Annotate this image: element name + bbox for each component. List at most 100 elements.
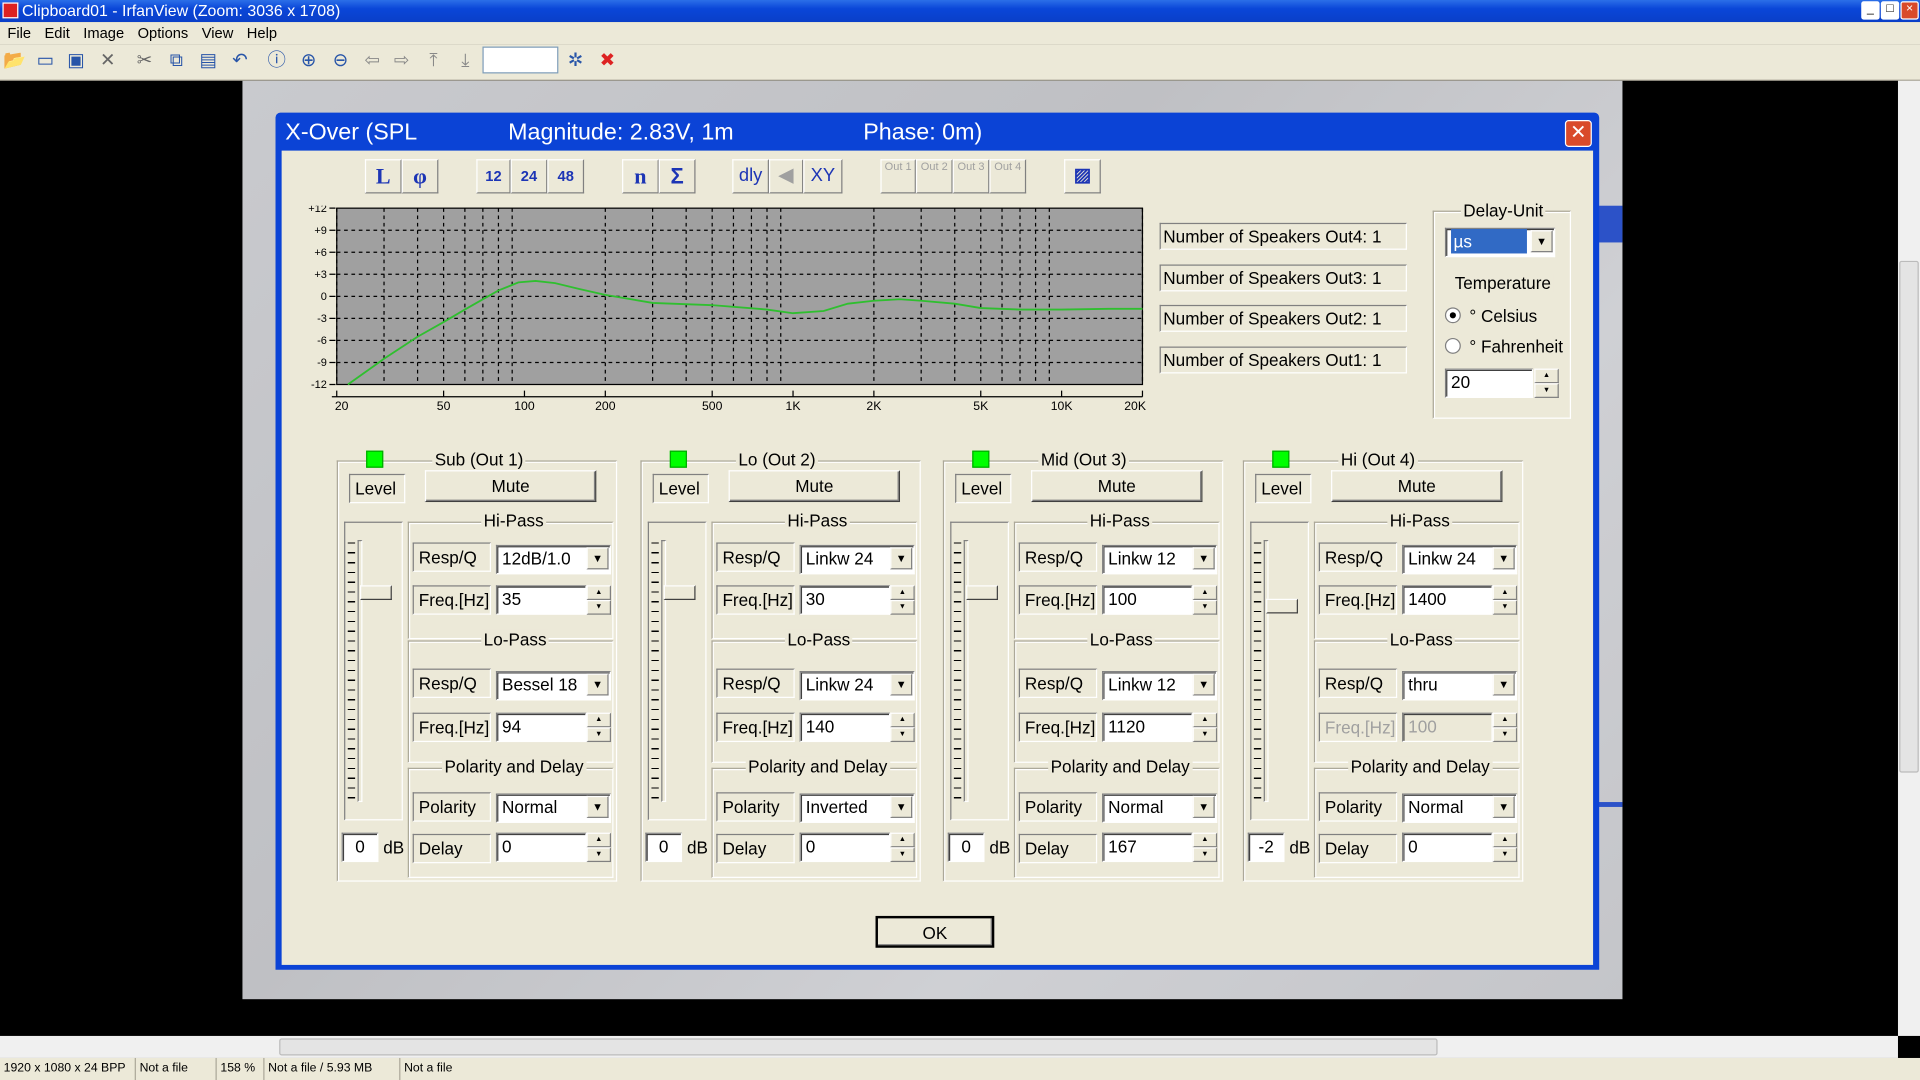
spin-down-icon[interactable]: ▼ bbox=[586, 727, 612, 743]
polarity-select[interactable]: Normal ▼ bbox=[495, 793, 612, 823]
spin-up-icon[interactable]: ▲ bbox=[1192, 832, 1218, 848]
chevron-down-icon[interactable]: ▼ bbox=[890, 795, 913, 818]
lp-resp-select[interactable]: Bessel 18 ▼ bbox=[495, 671, 612, 701]
maximize-button[interactable]: □ bbox=[1880, 1, 1900, 20]
hp-freq-field[interactable]: 30 bbox=[799, 585, 891, 615]
polarity-select[interactable]: Normal ▼ bbox=[1402, 793, 1518, 823]
out2-button[interactable]: Out 2 bbox=[915, 159, 953, 194]
first-file-icon[interactable]: ⤒ bbox=[421, 49, 445, 73]
phase-view-button[interactable]: φ bbox=[401, 159, 439, 194]
previous-icon[interactable]: ⇦ bbox=[360, 49, 384, 73]
spin-up-icon[interactable]: ▲ bbox=[1534, 368, 1559, 384]
level-slider[interactable] bbox=[344, 521, 403, 821]
chevron-down-icon[interactable]: ▼ bbox=[586, 673, 609, 696]
lp-freq-spinner[interactable]: ▲ ▼ bbox=[586, 712, 612, 743]
last-file-icon[interactable]: ⤓ bbox=[453, 49, 477, 73]
channel-active-led[interactable] bbox=[669, 450, 687, 468]
spin-down-icon[interactable]: ▼ bbox=[1492, 727, 1518, 743]
level-value-field[interactable]: 0 bbox=[947, 832, 985, 863]
vertical-scroll-thumb[interactable] bbox=[1899, 260, 1919, 773]
spin-down-icon[interactable]: ▼ bbox=[1492, 600, 1518, 615]
spin-up-icon[interactable]: ▲ bbox=[1492, 832, 1518, 848]
info-icon[interactable]: ⓘ bbox=[264, 49, 288, 73]
spin-down-icon[interactable]: ▼ bbox=[1192, 727, 1218, 743]
slider-thumb[interactable] bbox=[360, 585, 392, 600]
menu-edit[interactable]: Edit bbox=[37, 22, 76, 44]
save-icon[interactable]: ▣ bbox=[64, 49, 88, 73]
delay-field[interactable]: 0 bbox=[799, 832, 891, 863]
hp-resp-select[interactable]: Linkw 12 ▼ bbox=[1102, 544, 1218, 575]
open-icon[interactable]: 📂 bbox=[2, 49, 26, 73]
spin-up-icon[interactable]: ▲ bbox=[586, 585, 612, 601]
chevron-down-icon[interactable]: ▼ bbox=[1192, 795, 1215, 818]
hp-freq-spinner[interactable]: ▲ ▼ bbox=[1192, 585, 1218, 615]
delay-button[interactable]: dly bbox=[732, 159, 769, 194]
slope-48-button[interactable]: 48 bbox=[547, 159, 585, 194]
chevron-down-icon[interactable]: ▼ bbox=[1492, 795, 1515, 818]
menu-options[interactable]: Options bbox=[130, 22, 194, 44]
slope-12-button[interactable]: 12 bbox=[476, 159, 511, 194]
spin-up-icon[interactable]: ▲ bbox=[586, 712, 612, 728]
lp-freq-field[interactable]: 100 bbox=[1402, 712, 1493, 743]
copy-icon[interactable]: ⧉ bbox=[164, 49, 188, 73]
delay-spinner[interactable]: ▲ ▼ bbox=[1192, 832, 1218, 863]
lp-resp-select[interactable]: Linkw 12 ▼ bbox=[1102, 671, 1218, 701]
slope-24-button[interactable]: 24 bbox=[510, 159, 548, 194]
delay-field[interactable]: 0 bbox=[1402, 832, 1493, 863]
chevron-down-icon[interactable]: ▼ bbox=[1192, 547, 1215, 570]
delete-icon[interactable]: ✕ bbox=[96, 49, 120, 73]
spin-down-icon[interactable]: ▼ bbox=[586, 600, 612, 615]
spin-up-icon[interactable]: ▲ bbox=[1192, 585, 1218, 601]
chevron-down-icon[interactable]: ▼ bbox=[1492, 547, 1515, 570]
chevron-down-icon[interactable]: ▼ bbox=[890, 547, 913, 570]
hp-freq-field[interactable]: 1400 bbox=[1402, 585, 1493, 615]
delay-unit-select[interactable]: µs ▼ bbox=[1444, 227, 1556, 258]
menu-help[interactable]: Help bbox=[239, 22, 283, 44]
minimize-button[interactable]: _ bbox=[1861, 1, 1880, 20]
hp-freq-spinner[interactable]: ▲ ▼ bbox=[586, 585, 612, 615]
page-field[interactable] bbox=[482, 46, 559, 74]
spin-down-icon[interactable]: ▼ bbox=[890, 847, 915, 863]
ok-button[interactable]: OK bbox=[875, 915, 995, 948]
settings-icon[interactable]: ✲ bbox=[563, 49, 587, 73]
fahrenheit-radio[interactable] bbox=[1444, 337, 1461, 354]
out1-button[interactable]: Out 1 bbox=[880, 159, 916, 194]
individual-curves-button[interactable]: n bbox=[622, 159, 659, 194]
spin-up-icon[interactable]: ▲ bbox=[1492, 585, 1518, 601]
dialog-close-icon[interactable]: ✕ bbox=[1564, 120, 1592, 147]
spin-up-icon[interactable]: ▲ bbox=[890, 832, 915, 848]
slider-thumb[interactable] bbox=[1266, 598, 1298, 613]
spin-down-icon[interactable]: ▼ bbox=[1192, 847, 1218, 863]
slideshow-icon[interactable]: ▭ bbox=[33, 49, 57, 73]
polarity-select[interactable]: Normal ▼ bbox=[1102, 793, 1218, 823]
mute-button[interactable]: Mute bbox=[1331, 470, 1503, 503]
out3-button[interactable]: Out 3 bbox=[952, 159, 990, 194]
temperature-field[interactable]: 20 bbox=[1444, 368, 1534, 398]
slider-thumb[interactable] bbox=[663, 585, 696, 600]
cut-icon[interactable]: ✂ bbox=[132, 49, 156, 73]
chevron-down-icon[interactable]: ▼ bbox=[1492, 673, 1515, 696]
chevron-down-icon[interactable]: ▼ bbox=[586, 547, 609, 570]
lp-freq-field[interactable]: 1120 bbox=[1102, 712, 1193, 743]
hp-resp-select[interactable]: 12dB/1.0 ▼ bbox=[495, 544, 612, 575]
spin-down-icon[interactable]: ▼ bbox=[1192, 600, 1218, 615]
spin-up-icon[interactable]: ▲ bbox=[890, 585, 915, 601]
horizontal-scroll-thumb[interactable] bbox=[279, 1038, 1438, 1056]
chevron-down-icon[interactable]: ▼ bbox=[1192, 673, 1215, 696]
paste-icon[interactable]: ▤ bbox=[196, 49, 220, 73]
level-slider[interactable] bbox=[950, 521, 1009, 821]
polarity-select[interactable]: Inverted ▼ bbox=[799, 793, 915, 823]
spin-down-icon[interactable]: ▼ bbox=[586, 847, 612, 863]
exit-icon[interactable]: ✖ bbox=[595, 49, 619, 73]
hp-resp-select[interactable]: Linkw 24 ▼ bbox=[1402, 544, 1518, 575]
lp-freq-spinner[interactable]: ▲ ▼ bbox=[1492, 712, 1518, 743]
next-icon[interactable]: ⇨ bbox=[389, 49, 413, 73]
zoom-out-icon[interactable]: ⊖ bbox=[328, 49, 352, 73]
zoom-in-icon[interactable]: ⊕ bbox=[296, 49, 320, 73]
export-icon[interactable]: ▨ bbox=[1064, 159, 1101, 194]
temperature-spinner[interactable]: ▲ ▼ bbox=[1534, 368, 1559, 398]
celsius-radio[interactable] bbox=[1444, 307, 1461, 324]
mute-button[interactable]: Mute bbox=[424, 470, 597, 503]
chevron-down-icon[interactable]: ▼ bbox=[890, 673, 913, 696]
spin-up-icon[interactable]: ▲ bbox=[1492, 712, 1518, 728]
